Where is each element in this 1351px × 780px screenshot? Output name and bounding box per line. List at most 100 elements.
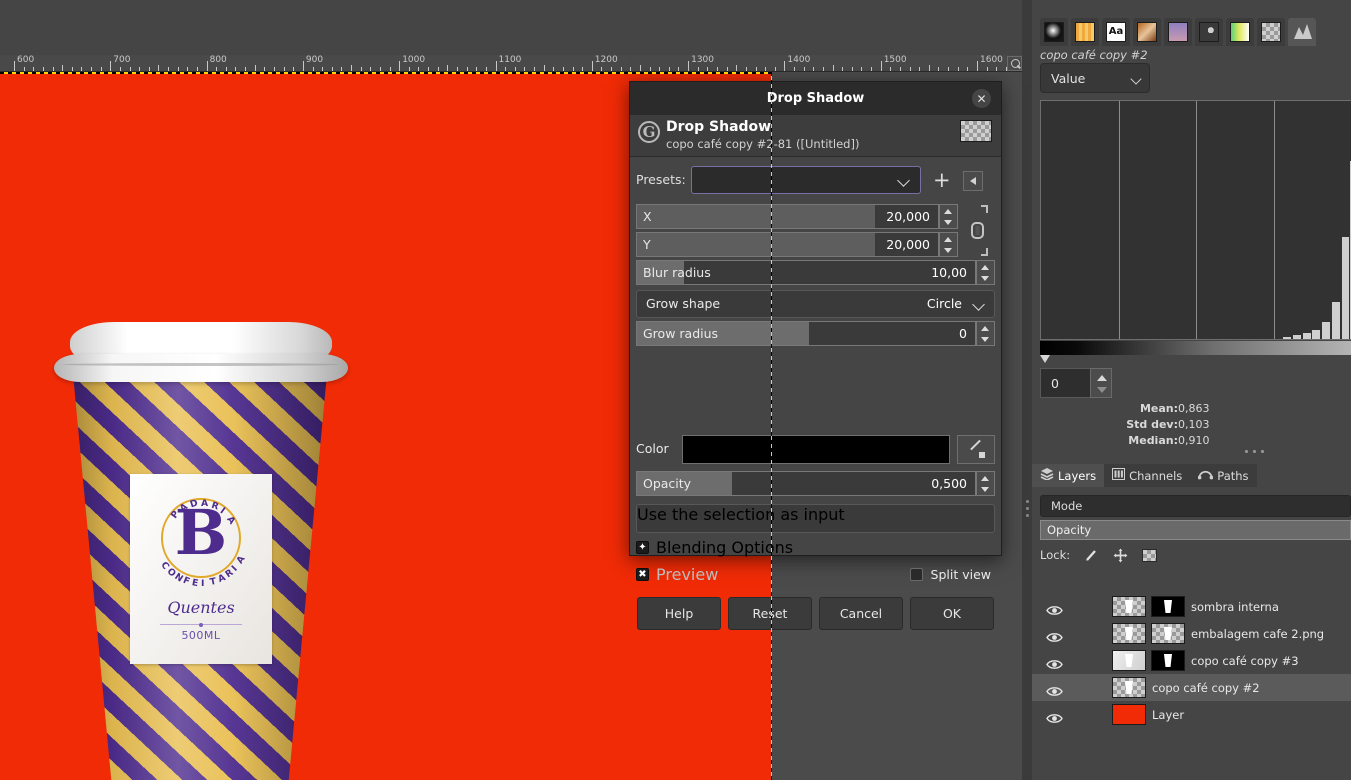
overflow-dots-icon[interactable] xyxy=(1245,450,1264,453)
checkbox-unchecked-icon xyxy=(909,567,923,581)
layers-dock-tabs[interactable]: Layers Channels Paths xyxy=(1032,464,1351,487)
undo-history-tab[interactable] xyxy=(1257,18,1285,46)
help-button[interactable]: Help xyxy=(637,597,721,630)
color-swatch[interactable] xyxy=(682,435,950,464)
tab-paths[interactable]: Paths xyxy=(1190,464,1257,487)
layer-visibility-eye-icon[interactable] xyxy=(1046,655,1063,669)
selection-marquee-top xyxy=(0,72,772,74)
split-view-checkbox[interactable]: Split view xyxy=(909,565,991,583)
chain-broken-icon[interactable] xyxy=(963,204,991,257)
field-opacity[interactable]: Opacity 0,500 xyxy=(636,471,995,496)
layer-row[interactable]: Layer xyxy=(1032,701,1351,728)
gradients-tab[interactable] xyxy=(1164,18,1192,46)
layer-mask-thumbnail[interactable] xyxy=(1151,623,1185,644)
stepper-down-icon[interactable] xyxy=(1097,387,1107,393)
ruler-minor-tick xyxy=(582,67,584,71)
ruler-minor-tick xyxy=(42,67,44,71)
layer-row[interactable]: embalagem cafe 2.png xyxy=(1032,620,1351,647)
stat-label-median: Median: xyxy=(1128,434,1178,447)
operation-thumbnail[interactable] xyxy=(960,120,992,142)
layer-thumbnail[interactable] xyxy=(1112,596,1146,617)
ok-button[interactable]: OK xyxy=(910,597,994,630)
layer-thumbnail[interactable] xyxy=(1112,677,1146,698)
brushes-tab[interactable] xyxy=(1040,18,1068,46)
ruler-minor-tick xyxy=(611,67,613,71)
dialog-titlebar[interactable]: Drop Shadow xyxy=(630,82,1001,115)
field-blur-stepper[interactable] xyxy=(976,260,995,285)
layer-visibility-eye-icon[interactable] xyxy=(1046,601,1063,615)
field-grow-stepper[interactable] xyxy=(976,321,995,346)
fonts-tab[interactable]: Aa xyxy=(1102,18,1130,46)
field-opacity-stepper[interactable] xyxy=(976,471,995,496)
field-grow-radius[interactable]: Grow radius 0 xyxy=(636,321,995,346)
presets-combo[interactable] xyxy=(691,166,921,194)
layer-row[interactable]: sombra interna xyxy=(1032,593,1351,620)
field-grow-shape[interactable]: Grow shape Circle xyxy=(636,290,995,318)
ruler-minor-tick xyxy=(389,67,391,71)
layer-mask-thumbnail[interactable] xyxy=(1151,650,1185,671)
lock-pixels-icon[interactable] xyxy=(1084,548,1099,562)
selection-input-combo[interactable]: Use the selection as input xyxy=(636,504,995,533)
layer-mode-select[interactable]: Mode xyxy=(1040,495,1351,517)
layer-visibility-eye-icon[interactable] xyxy=(1046,682,1063,696)
layer-row[interactable]: copo café copy #2 xyxy=(1032,674,1351,701)
preview-label: Preview xyxy=(656,564,719,584)
ruler-minor-tick xyxy=(794,67,796,71)
dock-drag-handle[interactable] xyxy=(1022,0,1032,780)
layer-name: embalagem cafe 2.png xyxy=(1191,626,1325,641)
histogram-source-title: copo café copy #2 xyxy=(1040,48,1148,62)
preset-menu-button[interactable] xyxy=(963,171,983,191)
field-y-value: 20,000 xyxy=(886,237,930,252)
close-icon[interactable]: ✕ xyxy=(972,89,991,108)
ruler-minor-tick xyxy=(890,67,892,71)
field-y[interactable]: Y 20,000 xyxy=(636,232,958,257)
histogram-channel-select[interactable]: Value xyxy=(1040,63,1150,93)
stepper-up-icon[interactable] xyxy=(1097,375,1107,381)
histogram-plot[interactable] xyxy=(1040,100,1351,340)
field-y-stepper[interactable] xyxy=(939,232,958,257)
layer-opacity-slider[interactable]: Opacity xyxy=(1040,520,1351,540)
patterns-tab[interactable] xyxy=(1071,18,1099,46)
field-blur-radius[interactable]: Blur radius 10,00 xyxy=(636,260,995,285)
ruler-minor-tick xyxy=(447,65,449,71)
ruler-minor-tick xyxy=(485,67,487,71)
ruler-minor-tick xyxy=(514,67,516,71)
layer-mask-thumbnail[interactable] xyxy=(1151,596,1185,617)
histogram-bar xyxy=(1312,329,1321,339)
field-grow-value: 0 xyxy=(959,326,967,341)
reset-button[interactable]: Reset xyxy=(728,597,812,630)
lock-position-icon[interactable] xyxy=(1113,548,1128,563)
plus-icon[interactable]: + xyxy=(933,170,951,191)
histogram-range-slider[interactable] xyxy=(1040,355,1351,365)
blending-options-toggle[interactable]: ✦ Blending Options xyxy=(636,538,793,557)
histogram-bar xyxy=(1302,333,1311,339)
dialog-button-row: Help Reset Cancel OK xyxy=(637,597,994,630)
layer-row[interactable]: copo café copy #3 xyxy=(1032,647,1351,674)
layer-thumbnail[interactable] xyxy=(1112,623,1146,644)
document-history-tab[interactable] xyxy=(1133,18,1161,46)
ruler-minor-tick xyxy=(765,67,767,71)
cancel-button[interactable]: Cancel xyxy=(819,597,903,630)
histogram-tab[interactable] xyxy=(1288,18,1316,46)
histogram-range-stepper[interactable] xyxy=(1090,368,1112,398)
ruler-label: 1600 xyxy=(980,55,1003,65)
field-x[interactable]: X 20,000 xyxy=(636,204,958,229)
ruler-minor-tick xyxy=(861,67,863,71)
layer-visibility-eye-icon[interactable] xyxy=(1046,709,1063,723)
horizontal-ruler[interactable]: 600 700 800 900 1000 1100 1200 1300 1400 1500 1600 xyxy=(0,55,1024,72)
zoom-image-button[interactable] xyxy=(1007,56,1022,71)
palettes-tab[interactable] xyxy=(1195,18,1223,46)
layer-visibility-eye-icon[interactable] xyxy=(1046,628,1063,642)
preview-checkbox[interactable]: ✖ Preview xyxy=(636,564,719,584)
lock-alpha-icon[interactable] xyxy=(1142,548,1158,562)
tab-channels[interactable]: Channels xyxy=(1104,464,1191,487)
layer-thumbnail[interactable] xyxy=(1112,650,1146,671)
dock-tab-bar[interactable]: Aa xyxy=(1032,16,1351,46)
field-x-stepper[interactable] xyxy=(939,204,958,229)
ruler-minor-tick xyxy=(630,67,632,71)
colormap-tab[interactable] xyxy=(1226,18,1254,46)
color-picker-icon[interactable] xyxy=(957,435,995,464)
tab-layers[interactable]: Layers xyxy=(1032,464,1105,487)
ruler-minor-tick xyxy=(996,67,998,71)
layer-thumbnail[interactable] xyxy=(1112,704,1146,725)
